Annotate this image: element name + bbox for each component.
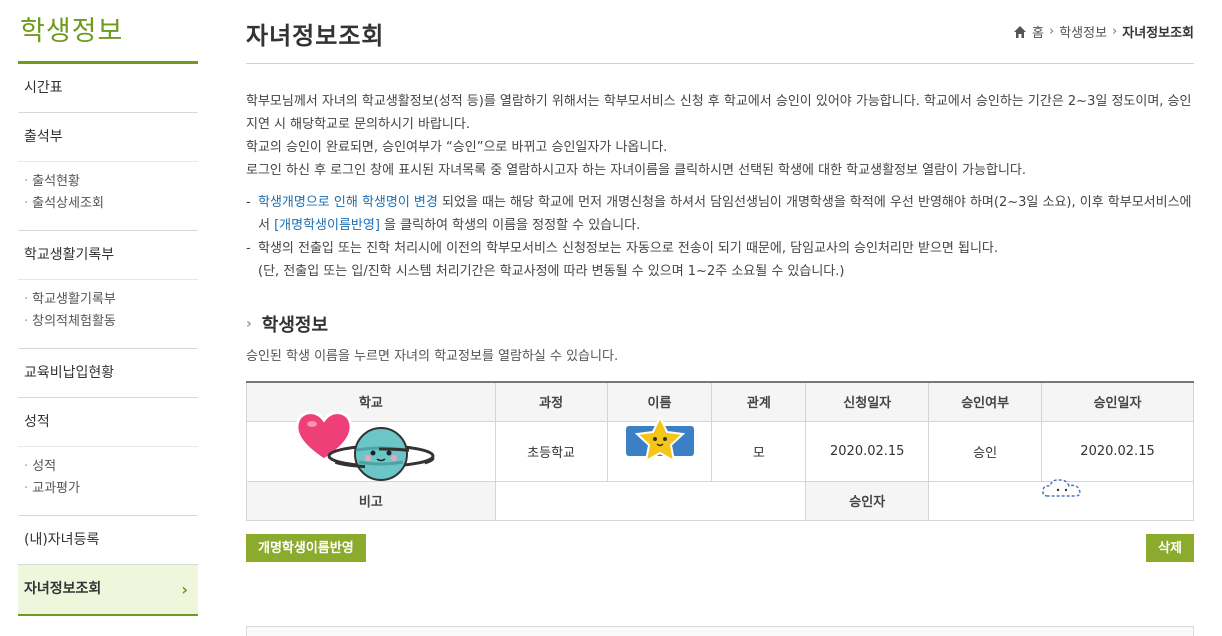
bottom-panel [246, 626, 1194, 636]
sidebar-item-register-child[interactable]: (내)자녀등록 [18, 516, 198, 565]
chevron-right-icon: › [181, 580, 188, 599]
chevron-right-icon: › [1112, 24, 1118, 39]
remark-value [494, 480, 807, 521]
column-header: 관계 [711, 381, 807, 422]
section-title: › 학생정보 [246, 311, 1194, 337]
planet-sticker [327, 427, 435, 481]
approve-date-cell: 2020.02.15 [1041, 420, 1194, 482]
intro-paragraph: 학부모님께서 자녀의 학교생활정보(성적 등)를 열람하기 위해서는 학부모서비… [246, 94, 1192, 132]
sidebar-item-label[interactable]: 시간표 [18, 64, 198, 112]
breadcrumb: 홈 › 학생정보 › 자녀정보조회 [1013, 22, 1194, 41]
sidebar-subitem[interactable]: 학교생활기록부 [24, 289, 192, 311]
intro-paragraph: 학교의 승인이 완료되면, 승인여부가 “승인”으로 바뀌고 승인일자가 나옵니… [246, 140, 668, 155]
sidebar-item-label[interactable]: 자녀정보조회 › [18, 565, 198, 614]
sidebar-submenu: 학교생활기록부 창의적체험활동 [18, 279, 198, 348]
sidebar-subitem[interactable]: 교과평가 [24, 478, 192, 500]
sidebar-subitem[interactable]: 출석현황 [24, 171, 192, 193]
sidebar-title: 학생정보 [18, 0, 198, 64]
sidebar-menu: 시간표 출석부 출석현황 출석상세조회 학교생활기록부 학교생활기록부 창의적체… [18, 64, 198, 616]
page-header: 자녀정보조회 홈 › 학생정보 › 자녀정보조회 [246, 0, 1194, 64]
sidebar-submenu: 출석현황 출석상세조회 [18, 161, 198, 230]
apply-date-cell: 2020.02.15 [805, 420, 930, 482]
course-cell: 초등학교 [494, 420, 608, 482]
intro-text: 학부모님께서 자녀의 학교생활정보(성적 등)를 열람하기 위해서는 학부모서비… [246, 90, 1194, 182]
column-header: 과정 [494, 381, 608, 422]
sidebar-item-label-text: 자녀정보조회 [24, 581, 102, 597]
approver-label: 승인자 [805, 480, 930, 521]
chevron-right-icon: › [1048, 24, 1055, 39]
rename-link[interactable]: [개명학생이름반영] [274, 218, 380, 233]
star-sticker [626, 414, 694, 463]
sidebar-item-label[interactable]: 성적 [18, 398, 198, 446]
home-icon[interactable] [1013, 25, 1027, 39]
table-header-row: 학교 과정 이름 관계 신청일자 승인여부 승인일자 [246, 381, 1194, 422]
sidebar-item-grades[interactable]: 성적 성적 교과평가 [18, 398, 198, 516]
intro-paragraph: 로그인 하신 후 로그인 창에 표시된 자녀목록 중 열람하시고자 하는 자녀이… [246, 163, 1027, 178]
note-text: 을 클릭하여 학생의 이름을 정정할 수 있습니다. [379, 218, 641, 233]
rename-student-button[interactable]: 개명학생이름반영 [246, 533, 366, 562]
sidebar-item-label[interactable]: 출석부 [18, 113, 198, 161]
sidebar-item-timetable[interactable]: 시간표 [18, 64, 198, 113]
sidebar-item-school-record[interactable]: 학교생활기록부 학교생활기록부 창의적체험활동 [18, 231, 198, 349]
sidebar-subitem[interactable]: 성적 [24, 456, 192, 478]
note-item: 학생개명으로 인해 학생명이 변경 되었을 때는 해당 학교에 먼저 개명신청을… [246, 191, 1194, 237]
remark-label: 비고 [246, 480, 496, 521]
sidebar-item-attendance[interactable]: 출석부 출석현황 출석상세조회 [18, 113, 198, 231]
relation-cell: 모 [711, 420, 807, 482]
sidebar-item-label[interactable]: (내)자녀등록 [18, 516, 198, 564]
status-cell: 승인 [928, 420, 1043, 482]
sidebar-subitem[interactable]: 창의적체험활동 [24, 311, 192, 333]
cloud-sticker [1042, 479, 1081, 497]
sidebar-item-label[interactable]: 교육비납입현황 [18, 349, 198, 397]
breadcrumb-item[interactable]: 학생정보 [1059, 22, 1107, 41]
notes-list: 학생개명으로 인해 학생명이 변경 되었을 때는 해당 학교에 먼저 개명신청을… [246, 191, 1194, 283]
sidebar-subitem[interactable]: 출석상세조회 [24, 193, 192, 215]
column-header: 승인일자 [1041, 381, 1194, 422]
note-item: 학생의 전출입 또는 진학 처리시에 이전의 학부모서비스 신청정보는 자동으로… [246, 237, 1194, 283]
note-text: (단, 전출입 또는 입/진학 시스템 처리기간은 학교사정에 따라 변동될 수… [258, 264, 845, 279]
sidebar-item-label[interactable]: 학교생활기록부 [18, 231, 198, 279]
section-description: 승인된 학생 이름을 누르면 자녀의 학교정보를 열람하실 수 있습니다. [246, 349, 619, 364]
sidebar: 학생정보 시간표 출석부 출석현황 출석상세조회 학교생활기록부 학교생활기록부… [18, 0, 198, 616]
note-text: 학생의 전출입 또는 진학 처리시에 이전의 학부모서비스 신청정보는 자동으로… [258, 241, 999, 256]
chevron-right-icon: › [246, 316, 252, 332]
column-header: 승인여부 [928, 381, 1043, 422]
button-bar: 개명학생이름반영 삭제 [246, 533, 1194, 562]
sidebar-item-child-info[interactable]: 자녀정보조회 › [18, 565, 198, 616]
breadcrumb-home[interactable]: 홈 [1032, 22, 1044, 41]
delete-button[interactable]: 삭제 [1146, 533, 1194, 562]
note-highlight: 학생개명으로 인해 학생명이 변경 [258, 195, 438, 210]
column-header: 학교 [246, 381, 496, 422]
sidebar-submenu: 성적 교과평가 [18, 446, 198, 515]
page-title: 자녀정보조회 [246, 22, 385, 50]
breadcrumb-current: 자녀정보조회 [1122, 26, 1194, 41]
column-header: 신청일자 [805, 381, 930, 422]
section-title-text: 학생정보 [261, 315, 329, 336]
sidebar-item-tuition[interactable]: 교육비납입현황 [18, 349, 198, 398]
